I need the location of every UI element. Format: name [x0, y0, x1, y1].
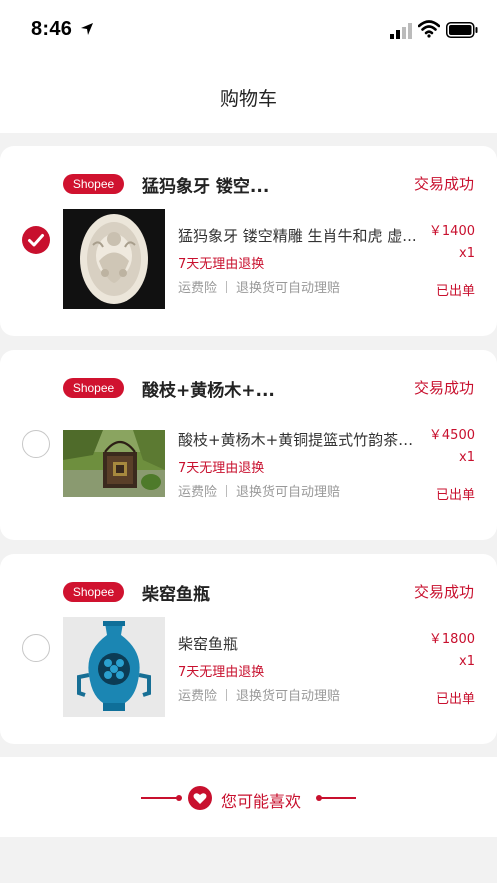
- shop-name[interactable]: 柴窑鱼瓶: [142, 580, 210, 605]
- platform-badge: Shopee: [63, 378, 124, 398]
- item-quantity: x1: [459, 246, 475, 261]
- service-auto-claim: 退换货可自动理赔: [236, 689, 341, 704]
- service-shipping-insurance: 运费险: [178, 281, 218, 296]
- heart-icon: [188, 786, 212, 810]
- item-quantity: x1: [459, 654, 475, 669]
- item-price: ￥1800: [428, 632, 475, 647]
- product-image[interactable]: [63, 430, 165, 497]
- cellular-signal-icon: [390, 23, 412, 39]
- order-card[interactable]: Shopee 酸枝+黄杨木+... 交易成功 酸枝+黄杨木+黄铜提篮式竹韵茶笼.…: [0, 350, 497, 540]
- item-title[interactable]: 猛犸象牙 镂空精雕 生肖牛和虎 虚...: [178, 225, 426, 246]
- select-checkbox[interactable]: [22, 226, 50, 254]
- return-policy: 7天无理由退换: [178, 665, 265, 680]
- service-tags: 运费险 退换货可自动理赔: [178, 481, 340, 500]
- location-arrow-icon: [81, 23, 93, 35]
- item-quantity: x1: [459, 450, 475, 465]
- decorative-line-right: [316, 795, 356, 801]
- battery-icon: [446, 22, 478, 38]
- service-tags: 运费险 退换货可自动理赔: [178, 685, 340, 704]
- product-image[interactable]: [63, 209, 165, 309]
- select-checkbox[interactable]: [22, 430, 50, 458]
- divider: [226, 485, 228, 497]
- service-shipping-insurance: 运费险: [178, 485, 218, 500]
- divider: [226, 689, 228, 701]
- checkmark-icon: [28, 234, 44, 247]
- item-price: ￥4500: [428, 428, 475, 443]
- order-status: 交易成功: [413, 379, 474, 397]
- service-shipping-insurance: 运费险: [178, 689, 218, 704]
- divider: [226, 281, 228, 293]
- shop-name[interactable]: 酸枝+黄杨木+...: [142, 376, 275, 401]
- order-status: 交易成功: [413, 583, 474, 601]
- shipping-status: 已出单: [435, 692, 475, 707]
- service-tags: 运费险 退换货可自动理赔: [178, 277, 340, 296]
- return-policy: 7天无理由退换: [178, 257, 265, 272]
- item-title[interactable]: 酸枝+黄杨木+黄铜提篮式竹韵茶笼...: [178, 429, 426, 450]
- shop-name[interactable]: 猛犸象牙 镂空...: [142, 172, 269, 197]
- recommend-section: 您可能喜欢: [0, 757, 497, 837]
- status-bar: 8:46: [0, 0, 497, 60]
- product-image[interactable]: [63, 617, 165, 717]
- nav-bar: 购物车: [0, 60, 497, 133]
- page-title: 购物车: [219, 88, 277, 110]
- order-status: 交易成功: [413, 175, 474, 193]
- recommend-label: 您可能喜欢: [221, 792, 302, 811]
- platform-badge: Shopee: [63, 582, 124, 602]
- service-auto-claim: 退换货可自动理赔: [236, 485, 341, 500]
- shipping-status: 已出单: [435, 488, 475, 503]
- shipping-status: 已出单: [435, 284, 475, 299]
- item-price: ￥1400: [428, 224, 475, 239]
- platform-badge: Shopee: [63, 174, 124, 194]
- decorative-line-left: [141, 795, 182, 801]
- order-card[interactable]: Shopee 猛犸象牙 镂空... 交易成功 猛犸象牙 镂空精雕 生肖牛和虎 虚…: [0, 146, 497, 336]
- return-policy: 7天无理由退换: [178, 461, 265, 476]
- service-auto-claim: 退换货可自动理赔: [236, 281, 341, 296]
- status-time: 8:46: [31, 18, 73, 40]
- order-card[interactable]: Shopee 柴窑鱼瓶 交易成功 柴窑鱼瓶 7天无理由退换 运费险 退换货可自动理…: [0, 554, 497, 744]
- select-checkbox[interactable]: [22, 634, 50, 662]
- item-title[interactable]: 柴窑鱼瓶: [178, 633, 426, 654]
- wifi-icon: [418, 20, 440, 38]
